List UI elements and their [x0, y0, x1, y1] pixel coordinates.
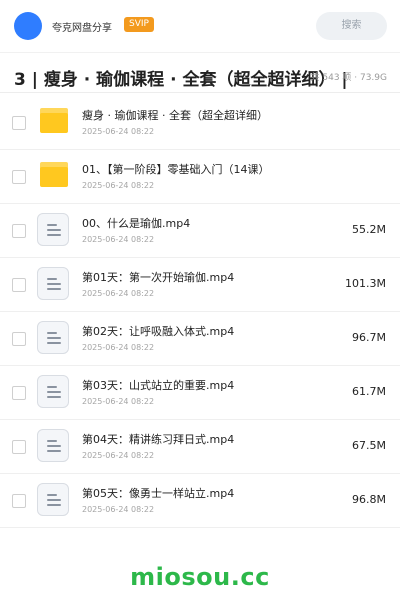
avatar[interactable]: [14, 12, 42, 40]
item-name: 第03天：山式站立的重要.mp4: [82, 379, 235, 392]
item-size: 55.2M: [352, 223, 386, 236]
watermark: miosou.cc: [130, 563, 270, 591]
document-icon: [37, 321, 69, 354]
select-checkbox[interactable]: [12, 224, 26, 238]
item-size: 96.7M: [352, 331, 386, 344]
list-item[interactable]: 瘦身 · 瑜伽课程 · 全套（超全超详细） 2025-06-24 08:22: [0, 95, 400, 150]
item-date: 2025-06-24 08:22: [82, 127, 155, 136]
item-date: 2025-06-24 08:22: [82, 343, 155, 352]
item-date: 2025-06-24 08:22: [82, 235, 155, 244]
select-checkbox[interactable]: [12, 386, 26, 400]
item-size: 61.7M: [352, 385, 386, 398]
item-date: 2025-06-24 08:22: [82, 451, 155, 460]
document-icon: [37, 267, 69, 300]
list-item[interactable]: 第01天：第一次开始瑜伽.mp4 2025-06-24 08:22 101.3M: [0, 257, 400, 312]
list-item[interactable]: 01、【第一阶段】零基础入门（14课） 2025-06-24 08:22: [0, 149, 400, 204]
vip-badge: SVIP: [124, 17, 154, 32]
header: 夸克网盘分享 SVIP 搜索: [0, 0, 400, 53]
item-size: 67.5M: [352, 439, 386, 452]
item-date: 2025-06-24 08:22: [82, 397, 155, 406]
item-name: 第04天：精讲练习拜日式.mp4: [82, 433, 235, 446]
item-count-meta: 共 543 项 · 73.9G: [310, 73, 388, 83]
folder-icon: [40, 162, 68, 187]
title-bar: 3 | 瘦身 · 瑜伽课程 · 全套（超全超详细） | 共 543 项 · 73…: [0, 60, 400, 93]
list-item[interactable]: 第03天：山式站立的重要.mp4 2025-06-24 08:22 61.7M: [0, 365, 400, 420]
item-date: 2025-06-24 08:22: [82, 181, 155, 190]
select-checkbox[interactable]: [12, 278, 26, 292]
item-name: 瘦身 · 瑜伽课程 · 全套（超全超详细）: [82, 109, 268, 122]
item-name: 第01天：第一次开始瑜伽.mp4: [82, 271, 235, 284]
select-checkbox[interactable]: [12, 170, 26, 184]
list-item[interactable]: 第04天：精讲练习拜日式.mp4 2025-06-24 08:22 67.5M: [0, 419, 400, 474]
select-checkbox[interactable]: [12, 116, 26, 130]
list-item[interactable]: 第05天：像勇士一样站立.mp4 2025-06-24 08:22 96.8M: [0, 473, 400, 528]
item-name: 00、什么是瑜伽.mp4: [82, 217, 191, 230]
select-checkbox[interactable]: [12, 440, 26, 454]
item-date: 2025-06-24 08:22: [82, 505, 155, 514]
document-icon: [37, 429, 69, 462]
document-icon: [37, 213, 69, 246]
app-name: 夸克网盘分享: [52, 23, 112, 34]
page-title: 3 | 瘦身 · 瑜伽课程 · 全套（超全超详细） |: [14, 70, 348, 90]
item-size: 96.8M: [352, 493, 386, 506]
item-size: 101.3M: [345, 277, 386, 290]
document-icon: [37, 483, 69, 516]
list-item[interactable]: 00、什么是瑜伽.mp4 2025-06-24 08:22 55.2M: [0, 203, 400, 258]
item-date: 2025-06-24 08:22: [82, 289, 155, 298]
item-name: 第05天：像勇士一样站立.mp4: [82, 487, 235, 500]
folder-icon: [40, 108, 68, 133]
item-name: 01、【第一阶段】零基础入门（14课）: [82, 163, 270, 176]
select-checkbox[interactable]: [12, 494, 26, 508]
list-item[interactable]: 第02天：让呼吸融入体式.mp4 2025-06-24 08:22 96.7M: [0, 311, 400, 366]
item-name: 第02天：让呼吸融入体式.mp4: [82, 325, 235, 338]
document-icon: [37, 375, 69, 408]
select-checkbox[interactable]: [12, 332, 26, 346]
search-button[interactable]: 搜索: [316, 12, 387, 40]
